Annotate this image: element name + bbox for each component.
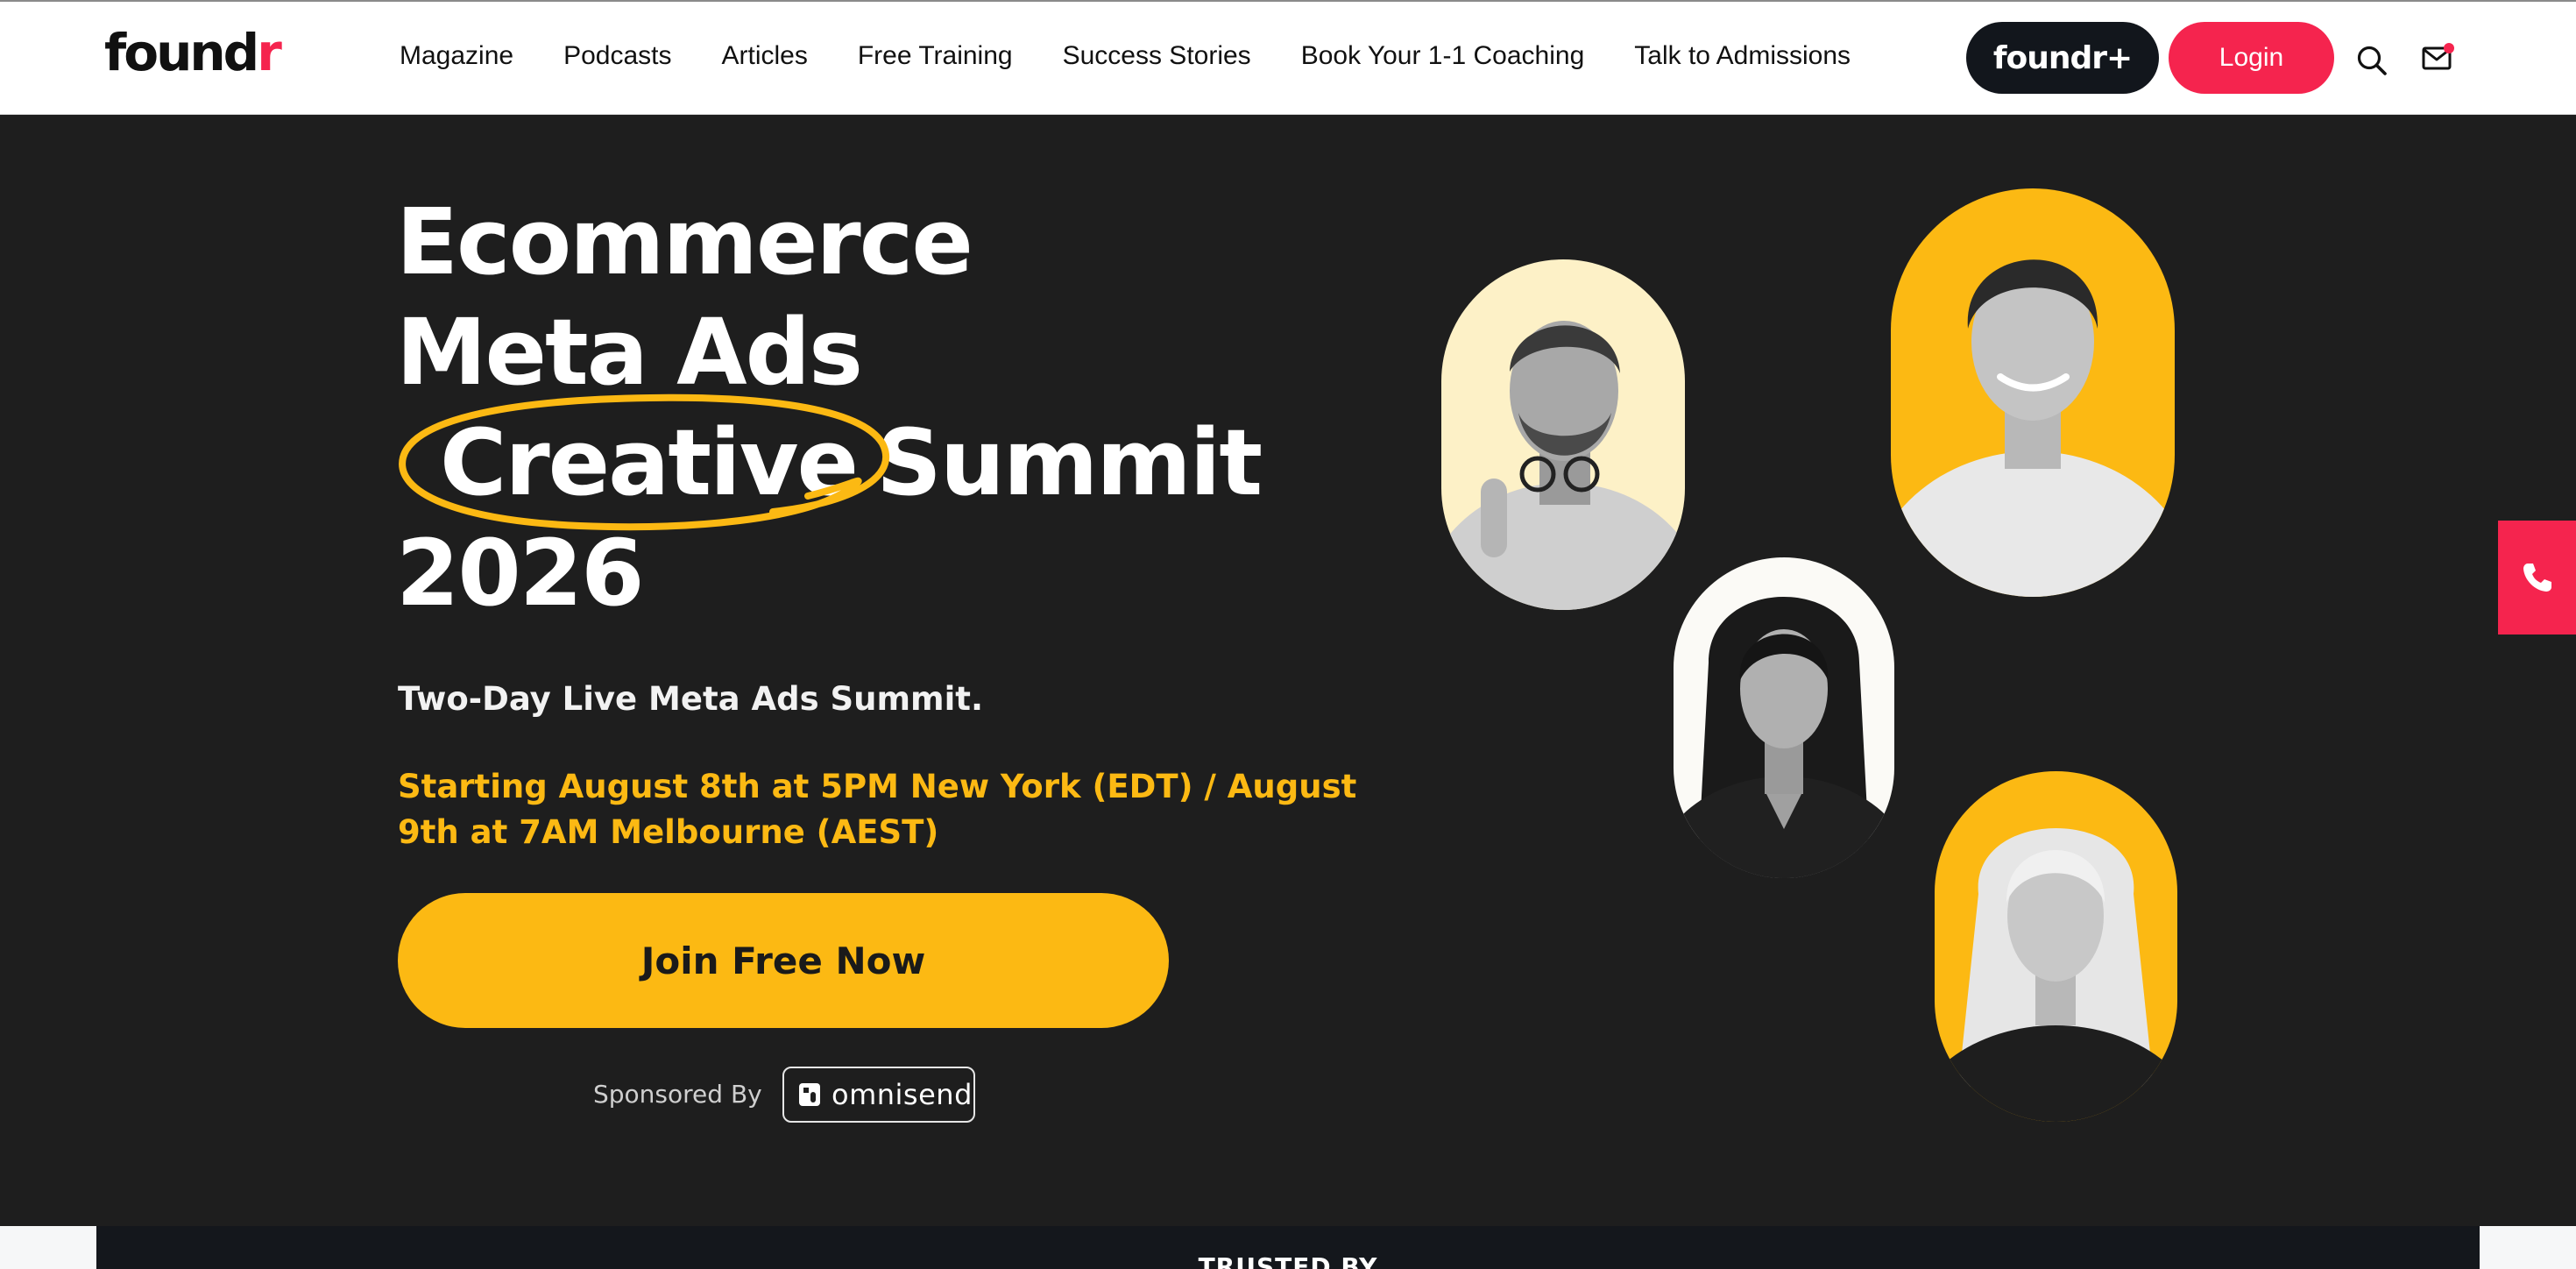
hero-title-line4: 2026 <box>396 520 644 627</box>
logo-text-main: found <box>104 23 259 82</box>
hero-subtitle: Two-Day Live Meta Ads Summit. <box>398 680 984 718</box>
nav-magazine[interactable]: Magazine <box>400 41 513 71</box>
search-icon[interactable] <box>2355 44 2388 77</box>
logo-text-accent: r <box>257 23 282 82</box>
nav-book-coaching[interactable]: Book Your 1-1 Coaching <box>1301 41 1585 71</box>
event-date: Starting August 8th at 5PM New York (EDT… <box>398 768 1357 851</box>
hero-title-line3-rest: Summit <box>876 409 1263 516</box>
main-nav: Magazine Podcasts Articles Free Training… <box>400 37 1851 75</box>
login-button[interactable]: Login <box>2169 22 2334 94</box>
sponsor-name: omnisend <box>832 1078 973 1111</box>
page-margin-left <box>0 1226 96 1269</box>
trusted-by-section: TRUSTED BY <box>96 1226 2480 1269</box>
nav-articles[interactable]: Articles <box>721 41 807 71</box>
phone-icon <box>2523 564 2551 592</box>
hero-title-highlight: Creative <box>440 409 859 516</box>
foundr-logo[interactable]: foundr <box>104 23 282 82</box>
nav-podcasts[interactable]: Podcasts <box>563 41 671 71</box>
foundr-plus-button[interactable]: foundr+ <box>1966 22 2159 94</box>
trusted-by-label: TRUSTED BY <box>1198 1252 1378 1269</box>
site-header: foundr Magazine Podcasts Articles Free T… <box>0 2 2576 115</box>
sponsor-logo-omnisend[interactable]: omnisend <box>782 1067 975 1123</box>
page-margin-right <box>2480 1226 2576 1269</box>
hero-title-line3: Creative Summit <box>396 408 1360 518</box>
hero-title: Ecommerce Meta Ads Creative Summit 2026 <box>396 187 1360 628</box>
mail-icon[interactable] <box>2421 40 2456 75</box>
notification-dot <box>2444 43 2454 53</box>
nav-talk-to-admissions[interactable]: Talk to Admissions <box>1634 41 1851 71</box>
join-free-button[interactable]: Join Free Now <box>398 893 1169 1028</box>
phone-contact-button[interactable] <box>2498 521 2576 634</box>
nav-success-stories[interactable]: Success Stories <box>1063 41 1251 71</box>
speaker-photo-1 <box>1441 259 1685 610</box>
omnisend-icon <box>799 1083 820 1106</box>
nav-free-training[interactable]: Free Training <box>858 41 1013 71</box>
hero-title-line1: Ecommerce <box>396 188 973 295</box>
hero-title-line2: Meta Ads <box>396 299 863 406</box>
speaker-photo-4 <box>1935 771 2177 1122</box>
sponsored-by-label: Sponsored By <box>593 1080 762 1109</box>
speaker-photo-3 <box>1674 557 1894 878</box>
speaker-photo-2 <box>1891 188 2175 597</box>
